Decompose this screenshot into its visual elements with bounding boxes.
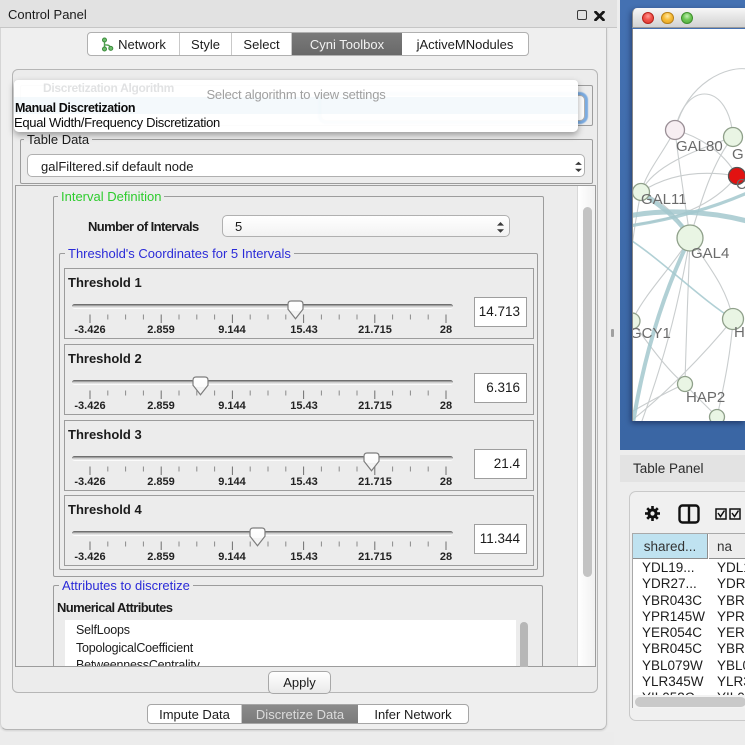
svg-text:GCY1: GCY1	[633, 325, 671, 342]
svg-text:G: G	[732, 146, 744, 163]
svg-text:GAL11: GAL11	[641, 191, 687, 208]
svg-text:GAL4: GAL4	[691, 245, 729, 262]
svg-text:HAP2: HAP2	[686, 389, 725, 406]
svg-text:C: C	[736, 176, 745, 193]
svg-text:H: H	[734, 324, 745, 341]
svg-text:GAL80: GAL80	[676, 138, 723, 155]
